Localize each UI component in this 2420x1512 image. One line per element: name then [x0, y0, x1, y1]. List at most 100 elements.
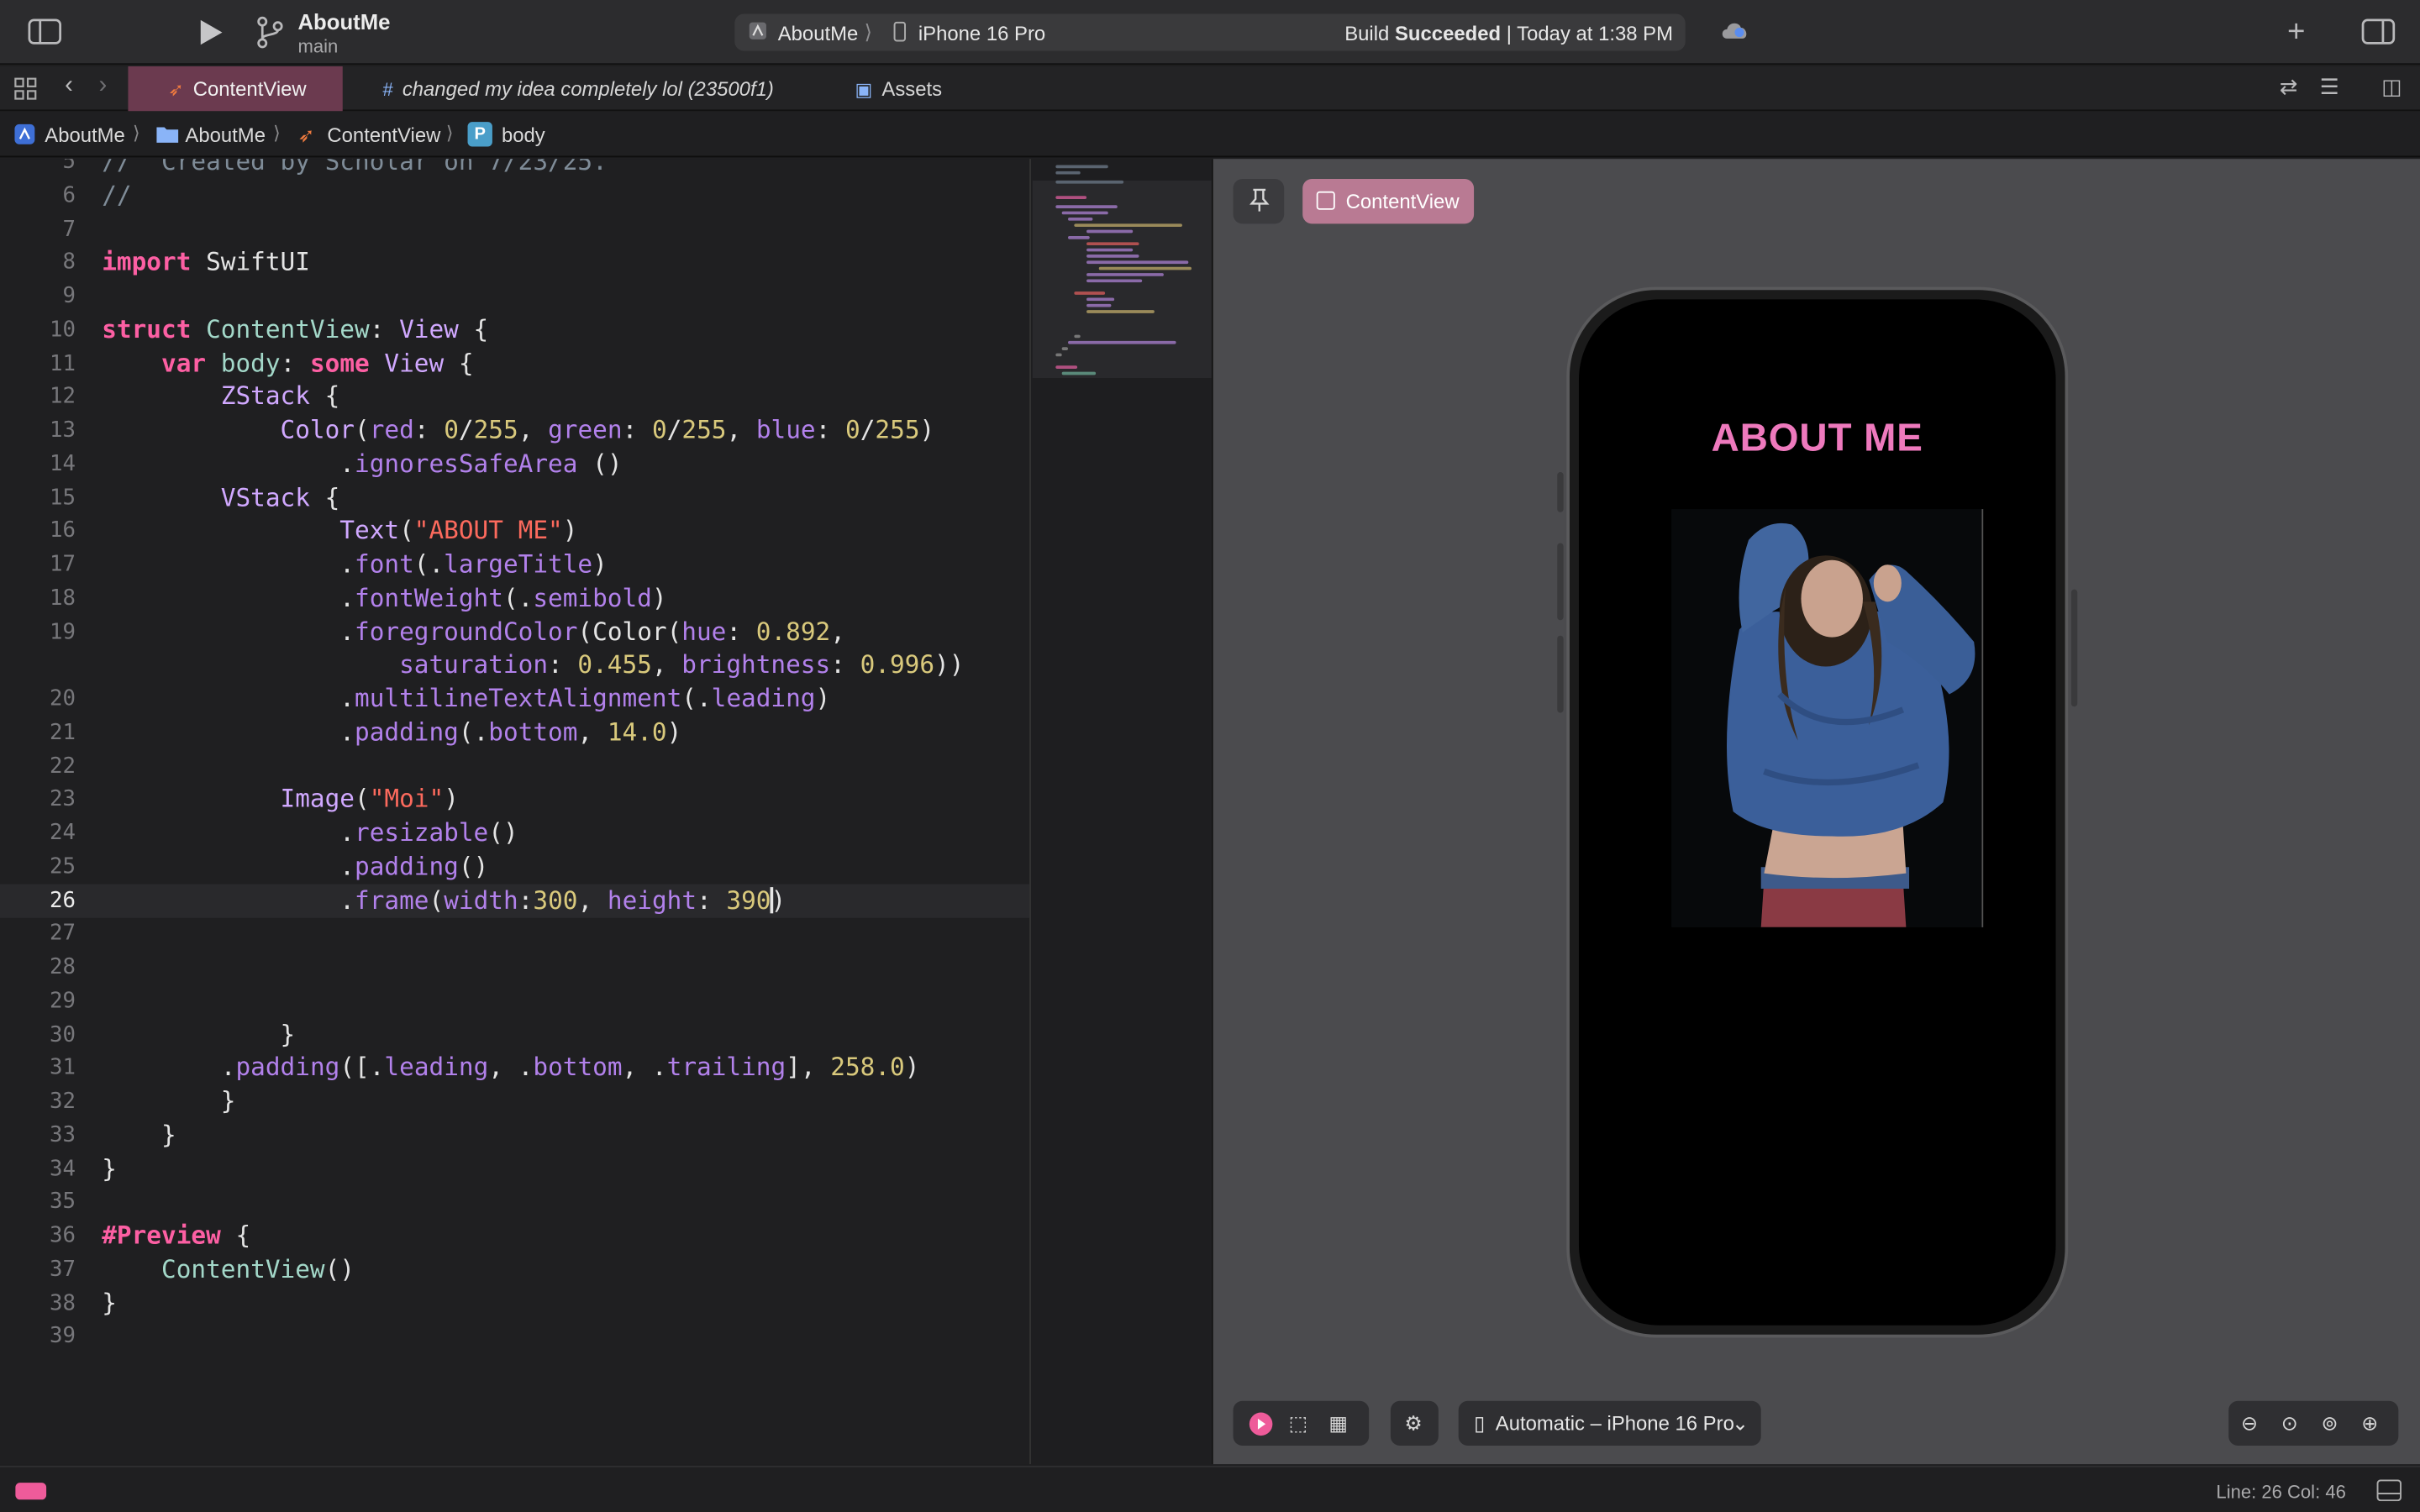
line-number: 35 [50, 1189, 76, 1215]
device-icon [893, 21, 907, 46]
code-keyword: some [309, 349, 370, 379]
sidebar-toggle-icon[interactable] [28, 18, 62, 50]
code-text: ) [562, 515, 578, 545]
split-editor-icon[interactable]: ◫ [2381, 76, 2402, 97]
device-icon: ▯ [1474, 1411, 1486, 1436]
breadcrumb-symbol[interactable]: body [502, 123, 545, 147]
line-number: 32 [50, 1089, 76, 1115]
tab-label: ContentView [192, 76, 307, 101]
breadcrumb-file[interactable]: ContentView [327, 123, 440, 147]
pin-icon[interactable] [1233, 179, 1285, 224]
code-text: . [102, 683, 355, 713]
code-text: , . [622, 1052, 667, 1082]
code-text: ) [904, 1052, 920, 1082]
scheme-activity-view[interactable]: AboutMe ⟩ iPhone 16 Pro Build Succeeded … [734, 13, 1686, 51]
line-number: 20 [50, 686, 76, 711]
forward-icon[interactable]: › [99, 73, 108, 98]
code-text: ) [666, 717, 682, 747]
cloud-icon[interactable] [1719, 18, 1750, 48]
run-button-icon[interactable] [197, 17, 225, 52]
scheme-project[interactable]: AboutMe [778, 22, 859, 45]
editor-options-icon[interactable]: ☰ [2320, 76, 2339, 97]
debug-area-icon[interactable] [15, 1483, 47, 1500]
code-text: : [815, 415, 846, 444]
code-line: saturation: 0.455, brightness: 0.996)) [0, 648, 1029, 681]
code-keyword: struct [102, 314, 192, 344]
variants-icon[interactable]: ▦ [1328, 1412, 1348, 1436]
line-number: 29 [50, 989, 76, 1014]
minimap-line [1055, 180, 1124, 184]
code-line: 10 struct ContentView: View { [0, 313, 1029, 347]
tab-commit[interactable]: # changed my idea completely lol (23500f1… [383, 66, 831, 111]
line-number: 26 [50, 888, 76, 914]
code-text: ], [786, 1052, 831, 1082]
code-number: 0.996 [860, 649, 935, 680]
preview-chip[interactable]: ContentView [1302, 179, 1475, 224]
line-number: 24 [50, 821, 76, 846]
zoom-out-icon[interactable]: ⊖ [2241, 1412, 2258, 1436]
code-text: . [102, 885, 355, 916]
code-param: width [444, 885, 518, 916]
toggle-debug-icon[interactable] [2376, 1479, 2402, 1509]
tab-label: Assets [881, 76, 943, 101]
tab-assets[interactable]: ▣ Assets [855, 66, 979, 111]
device-screen[interactable]: ABOUT ME [1578, 299, 2056, 1326]
code-line: 16 Text("ABOUT ME") [0, 514, 1029, 548]
preview-canvas[interactable]: ContentView ABOUT ME ⬚ ▦ ⚙ ▯ Automatic –… [1211, 159, 2420, 1465]
action-button [1557, 472, 1564, 512]
line-number: 7 [62, 217, 76, 243]
code-number: 390 [726, 885, 771, 916]
add-icon[interactable]: + [2287, 17, 2305, 48]
swift-icon: ➶ [168, 78, 184, 101]
minimap[interactable] [1029, 159, 1212, 1465]
code-method: padding [235, 1052, 340, 1082]
branch-icon[interactable] [256, 15, 284, 54]
code-text: } [102, 1120, 176, 1150]
current-code-line: 26 .frame(width:300, height: 390) [0, 884, 1030, 918]
selectable-icon[interactable]: ⬚ [1289, 1412, 1308, 1436]
line-number: 22 [50, 754, 76, 780]
back-icon[interactable]: ‹ [65, 73, 73, 98]
line-number: 14 [50, 452, 76, 477]
line-number: 30 [50, 1022, 76, 1048]
code-param: green [548, 415, 623, 444]
line-number: 8 [62, 249, 76, 275]
code-text: ) [771, 885, 786, 916]
code-type: VStack [102, 482, 310, 512]
code-text: . [102, 851, 355, 881]
zoom-fit-icon[interactable]: ⊙ [2281, 1412, 2298, 1436]
device-settings-icon[interactable]: ⚙ [1404, 1412, 1422, 1436]
tab-contentview[interactable]: ➶ ContentView [128, 66, 343, 112]
code-line: 38} [0, 1287, 1029, 1320]
tab-label: changed my idea completely lol (23500f1) [402, 76, 774, 101]
zoom-actual-icon[interactable]: ⊚ [2321, 1412, 2338, 1436]
breadcrumb-folder[interactable]: AboutMe [185, 123, 266, 147]
code-text: () [488, 817, 518, 848]
breadcrumb-project[interactable]: AboutMe [45, 123, 125, 147]
code-text: ( [355, 784, 370, 813]
code-text: { [220, 1220, 251, 1250]
grid-icon[interactable] [14, 77, 38, 105]
swap-icon[interactable]: ⇄ [2280, 76, 2298, 97]
source-editor[interactable]: 5// Created by Scholar on 7/23/25. 6// 7… [0, 159, 1030, 1465]
minimap-line [1055, 165, 1108, 169]
device-selector[interactable]: ▯ Automatic – iPhone 16 Pro ⌄ [1458, 1400, 1761, 1446]
scheme-device[interactable]: iPhone 16 Pro [918, 22, 1045, 45]
minimap-line [1098, 266, 1192, 270]
code-number: 0.892 [755, 617, 831, 647]
code-text: , [518, 415, 549, 444]
code-text: : [369, 314, 400, 344]
chevron-right-icon: ⟩ [864, 19, 872, 44]
code-type: View [369, 349, 445, 379]
zoom-in-icon[interactable]: ⊕ [2361, 1412, 2378, 1436]
live-preview-icon[interactable] [1249, 1412, 1273, 1441]
code-text: , [830, 617, 845, 647]
code-number: 14.0 [607, 717, 667, 747]
code-text: (Color( [577, 617, 682, 647]
hash-icon: # [382, 78, 393, 101]
code-param: saturation [102, 649, 549, 680]
code-text: . [102, 549, 355, 579]
inspector-toggle-icon[interactable] [2361, 18, 2396, 50]
property-icon: P [467, 122, 492, 147]
code-text: { [309, 482, 340, 512]
